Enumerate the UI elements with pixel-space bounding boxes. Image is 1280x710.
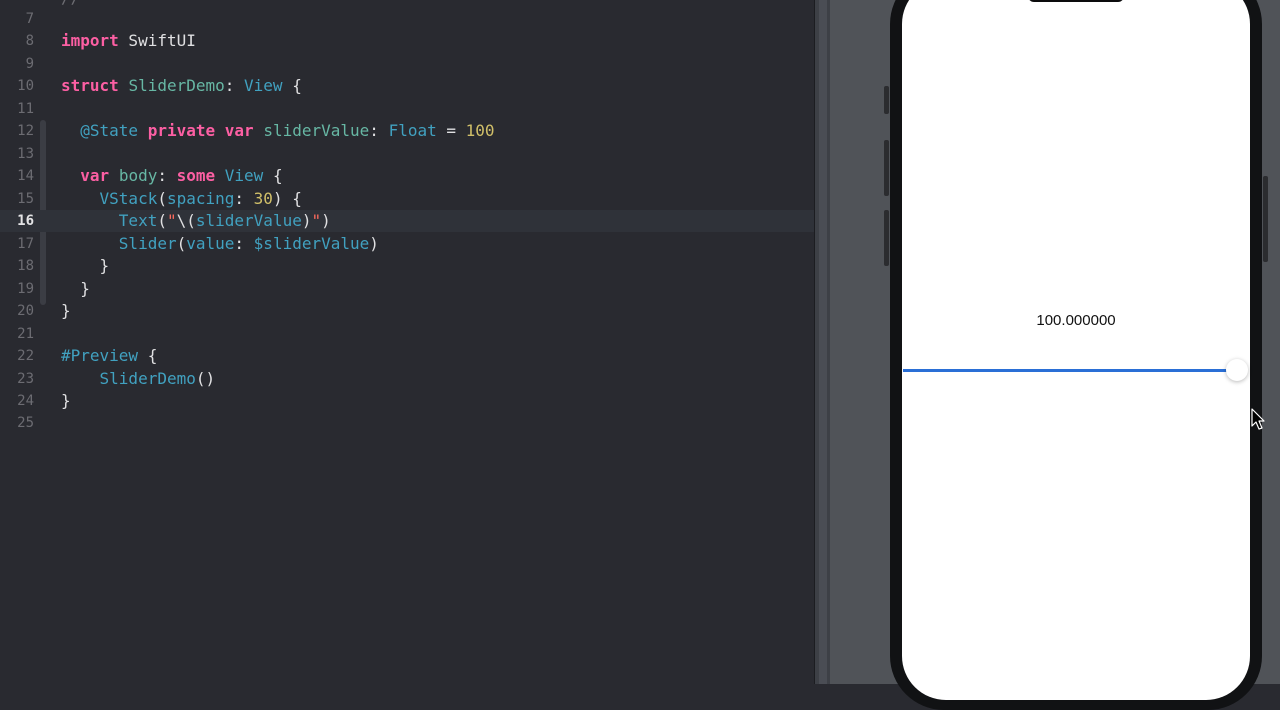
line-number: 21 [17, 325, 34, 342]
code-line[interactable]: 25 [0, 412, 814, 434]
line-number: 18 [17, 258, 34, 275]
line-number: 19 [17, 280, 34, 297]
mouse-pointer-icon [1251, 408, 1265, 430]
code-line-text[interactable]: #Preview { [61, 346, 157, 366]
preview-value-text: 100.000000 [1036, 312, 1116, 329]
device-power-button [1263, 176, 1268, 262]
code-line[interactable]: 9 [0, 53, 814, 75]
line-number: 24 [17, 392, 34, 409]
code-line[interactable]: 24} [0, 390, 814, 412]
code-line-text[interactable]: struct SliderDemo: View { [61, 76, 302, 96]
line-number: 17 [17, 235, 34, 252]
code-line-text[interactable]: var body: some View { [61, 166, 282, 186]
code-line[interactable]: 22 #Preview { [0, 345, 814, 367]
code-line-text[interactable]: } [61, 256, 110, 276]
device-volume-up [884, 140, 889, 196]
partial-code-line: // [61, 0, 80, 7]
line-number: 14 [17, 168, 34, 185]
line-number: 7 [25, 11, 34, 27]
line-number: 9 [25, 55, 34, 72]
line-number: 12 [17, 123, 34, 140]
line-number: 11 [17, 100, 34, 117]
line-number: 15 [17, 190, 34, 207]
code-line[interactable]: 19 } [0, 278, 814, 300]
code-line-text[interactable]: @State private var sliderValue: Float = … [61, 121, 494, 141]
code-line-text[interactable]: import SwiftUI [61, 31, 196, 51]
device-volume-down [884, 210, 889, 266]
line-number: 10 [17, 78, 34, 95]
code-line-text[interactable]: VStack(spacing: 30) { [61, 189, 302, 209]
code-line[interactable]: 15 VStack(spacing: 30) { [0, 188, 814, 210]
code-line[interactable]: 20} [0, 300, 814, 322]
code-line-text[interactable]: Text("\(sliderValue)") [61, 211, 331, 231]
code-line[interactable]: 18 } [0, 255, 814, 277]
line-number: 13 [17, 145, 34, 162]
line-number: 8 [25, 33, 34, 50]
code-line-text[interactable]: } [61, 279, 90, 299]
code-editor[interactable]: // 7 8 import SwiftUI 9 10 struct SliderDemo:… [0, 0, 814, 684]
code-line[interactable]: 17 Slider(value: $sliderValue) [0, 233, 814, 255]
code-line[interactable]: 14 var body: some View { [0, 165, 814, 187]
line-number: 20 [17, 303, 34, 320]
code-line[interactable]: 12 @State private var sliderValue: Float… [0, 120, 814, 142]
code-line-text[interactable]: } [61, 391, 71, 411]
code-line-text[interactable]: Slider(value: $sliderValue) [61, 234, 379, 254]
pane-divider[interactable] [814, 0, 830, 684]
device-screen [902, 0, 1250, 700]
code-line[interactable]: 8 import SwiftUI [0, 30, 814, 52]
code-line-text[interactable]: SliderDemo() [61, 369, 216, 389]
code-line[interactable]: 7 [0, 8, 814, 30]
device-side-button [884, 86, 889, 114]
line-number: 23 [17, 370, 34, 387]
code-line[interactable]: 13 [0, 143, 814, 165]
line-number: 25 [17, 415, 34, 432]
line-number: 22 [17, 348, 34, 365]
dynamic-island [1028, 0, 1124, 2]
code-line[interactable]: 16 Text("\(sliderValue)") [0, 210, 814, 233]
code-line[interactable]: 11 [0, 98, 814, 120]
code-line[interactable]: 10 struct SliderDemo: View { [0, 75, 814, 97]
code-line-text[interactable]: } [61, 301, 71, 321]
code-line[interactable]: 23 SliderDemo() [0, 368, 814, 390]
pane-divider-handle[interactable] [819, 0, 827, 684]
preview-slider[interactable] [903, 359, 1248, 381]
line-number: 16 [17, 213, 34, 230]
slider-thumb[interactable] [1226, 359, 1248, 381]
code-line[interactable]: 21 [0, 323, 814, 345]
slider-fill [903, 369, 1237, 372]
